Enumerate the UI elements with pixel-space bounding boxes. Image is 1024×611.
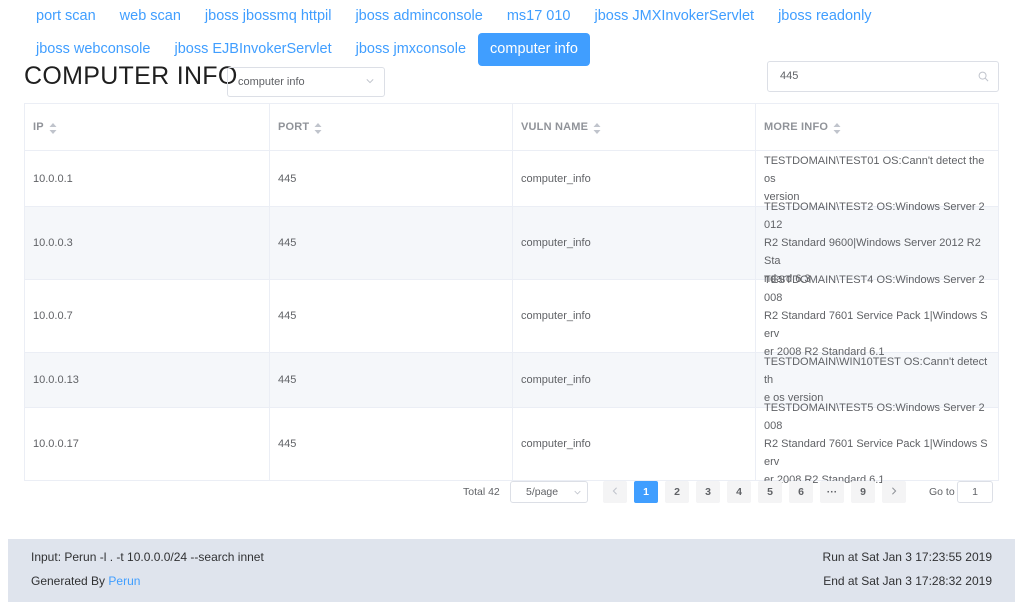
generated-by-label: Generated By [31,574,106,588]
cell-ip: 10.0.0.3 [25,207,270,279]
chevron-right-icon [892,487,897,495]
cell-vuln-name: computer_info [513,408,756,480]
cell-vuln-name: computer_info [513,353,756,407]
nav-item-port-scan[interactable]: port scan [24,0,108,33]
cell-ip: 10.0.0.13 [25,353,270,407]
column-header-port[interactable]: PORT [270,104,513,150]
footer-generated-by: Generated By Perun [31,574,140,588]
cell-port: 445 [270,151,513,206]
cell-more-info: TESTDOMAIN\TEST5 OS:Windows Server 2008 R… [756,402,998,486]
next-page-button[interactable] [882,481,906,503]
more-info-line: TESTDOMAIN\TEST2 OS:Windows Server 2012 [764,201,985,231]
top-nav: port scan web scan jboss jbossmq httpil … [24,0,1014,66]
footer: Input: Perun -l . -t 10.0.0.0/24 --searc… [8,539,1015,602]
table-row: 10.0.0.7 445 computer_info TESTDOMAIN\TE… [25,274,998,358]
page-button-4[interactable]: 4 [727,481,751,503]
column-header-ip[interactable]: IP [25,104,270,150]
column-header-label: IP [33,121,44,133]
results-table: IP PORT VULN NAME MORE INFO 10.0.0.1 445… [24,103,999,486]
goto-page-input[interactable]: 1 [957,481,993,503]
chevron-left-icon [612,487,617,495]
pagination-total: Total 42 [463,486,500,498]
cell-port: 445 [270,408,513,480]
cell-more-info: TESTDOMAIN\TEST4 OS:Windows Server 2008 R… [756,274,998,358]
page-button-1[interactable]: 1 [634,481,658,503]
sort-icon[interactable] [314,122,322,134]
page-title: COMPUTER INFO [24,62,238,90]
cell-port: 445 [270,207,513,279]
column-header-label: VULN NAME [521,121,589,133]
cell-more-info: TESTDOMAIN\TEST2 OS:Windows Server 2012 R… [756,201,998,285]
pagination: Total 42 5/page 1 2 3 4 5 6 ··· 9 Go to … [0,481,1024,503]
prev-page-button[interactable] [603,481,627,503]
sort-icon[interactable] [833,122,841,134]
page-size-select[interactable]: 5/page [510,481,588,503]
page-button-5[interactable]: 5 [758,481,782,503]
vuln-type-select[interactable]: computer info [227,67,385,97]
more-info-line: TESTDOMAIN\WIN10TEST OS:Cann't detect th [764,356,988,386]
chevron-down-icon [366,79,374,84]
chevron-down-icon [574,490,581,495]
cell-port: 445 [270,280,513,352]
page-button-3[interactable]: 3 [696,481,720,503]
search-input[interactable]: 445 [767,61,999,92]
table-header-row: IP PORT VULN NAME MORE INFO [25,104,998,151]
nav-item-web-scan[interactable]: web scan [108,0,193,33]
cell-ip: 10.0.0.17 [25,408,270,480]
table-row: 10.0.0.17 445 computer_info TESTDOMAIN\T… [25,402,998,486]
table-row: 10.0.0.3 445 computer_info TESTDOMAIN\TE… [25,201,998,285]
more-info-line: TESTDOMAIN\TEST01 OS:Cann't detect the o… [764,154,985,185]
more-info-line: R2 Standard 7601 Service Pack 1|Windows … [764,438,988,468]
cell-ip: 10.0.0.1 [25,151,270,206]
nav-item-jboss-readonly[interactable]: jboss readonly [766,0,884,33]
cell-ip: 10.0.0.7 [25,280,270,352]
more-info-line: R2 Standard 9600|Windows Server 2012 R2 … [764,237,981,267]
cell-vuln-name: computer_info [513,151,756,206]
column-header-label: PORT [278,121,310,133]
page-button-2[interactable]: 2 [665,481,689,503]
goto-label: Go to [929,486,955,498]
sort-icon[interactable] [593,122,601,134]
vuln-type-select-value: computer info [238,76,305,88]
footer-input-command: Input: Perun -l . -t 10.0.0.0/24 --searc… [31,550,264,564]
search-input-value: 445 [780,70,799,82]
footer-end-at: End at Sat Jan 3 17:28:32 2019 [823,574,992,588]
nav-item-jboss-jmxinvokerservlet[interactable]: jboss JMXInvokerServlet [583,0,767,33]
nav-item-jboss-jbossmq-httpil[interactable]: jboss jbossmq httpil [193,0,344,33]
more-info-line: TESTDOMAIN\TEST4 OS:Windows Server 2008 [764,274,985,304]
page-ellipsis-button[interactable]: ··· [820,481,844,503]
more-info-line: TESTDOMAIN\TEST5 OS:Windows Server 2008 [764,402,985,432]
nav-item-ms17-010[interactable]: ms17 010 [495,0,583,33]
column-header-label: MORE INFO [764,121,829,133]
nav-item-jboss-adminconsole[interactable]: jboss adminconsole [343,0,494,33]
more-info-line: R2 Standard 7601 Service Pack 1|Windows … [764,310,988,340]
nav-item-jboss-jmxconsole[interactable]: jboss jmxconsole [344,33,478,66]
column-header-more-info[interactable]: MORE INFO [756,104,998,150]
sort-icon[interactable] [49,122,57,134]
search-icon[interactable] [978,71,989,82]
footer-run-at: Run at Sat Jan 3 17:23:55 2019 [822,550,992,564]
page-button-6[interactable]: 6 [789,481,813,503]
page-button-9[interactable]: 9 [851,481,875,503]
cell-vuln-name: computer_info [513,280,756,352]
page-size-value: 5/page [526,486,559,498]
perun-link[interactable]: Perun [108,574,140,588]
cell-port: 445 [270,353,513,407]
nav-item-computer-info[interactable]: computer info [478,33,590,66]
column-header-vuln-name[interactable]: VULN NAME [513,104,756,150]
cell-vuln-name: computer_info [513,207,756,279]
